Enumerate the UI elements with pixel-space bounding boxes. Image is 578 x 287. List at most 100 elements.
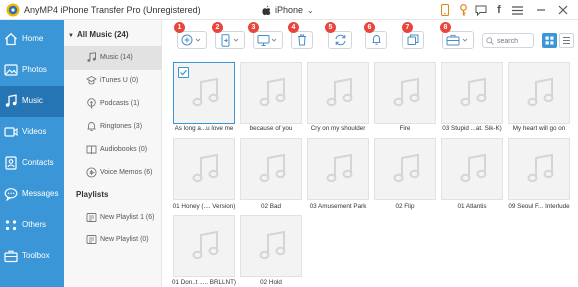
playlist-item[interactable]: New Playlist (0) xyxy=(64,228,162,252)
refresh-button[interactable] xyxy=(328,31,352,49)
key-icon[interactable] xyxy=(456,3,470,17)
category-voice-memos[interactable]: Voice Memos (6) xyxy=(64,161,162,185)
music-note-icon xyxy=(87,52,96,62)
caret-down-icon: ▼ xyxy=(68,33,74,39)
music-note-icon xyxy=(259,153,286,183)
song-title: 09 Seoul F... Interlude xyxy=(508,203,570,210)
export-to-device-button[interactable] xyxy=(215,31,245,49)
music-note-icon xyxy=(460,153,487,183)
sidebar-item-label: Messages xyxy=(22,189,59,198)
minimize-icon[interactable] xyxy=(534,3,548,17)
playlist-label: New Playlist (0) xyxy=(100,236,149,243)
song-title: 01 Atlantis xyxy=(457,203,487,210)
sidebar-item-home[interactable]: Home xyxy=(0,24,64,55)
song-title: Cry on my shoulder xyxy=(310,125,366,132)
chat-icon[interactable] xyxy=(474,3,488,17)
song-tile[interactable] xyxy=(173,138,235,200)
device-name: iPhone xyxy=(275,5,304,15)
delete-button[interactable] xyxy=(291,31,313,49)
device-selector[interactable]: iPhone ⌄ xyxy=(262,4,314,16)
sidebar-item-others[interactable]: Others xyxy=(0,210,64,241)
sidebar-item-toolbox[interactable]: Toolbox xyxy=(0,241,64,272)
apple-icon xyxy=(262,5,271,15)
sidebar-item-music[interactable]: Music xyxy=(0,86,64,117)
photos-icon xyxy=(4,64,18,76)
export-to-pc-button[interactable] xyxy=(253,31,283,49)
song-tile[interactable] xyxy=(240,62,302,124)
step-badge: 2 xyxy=(212,22,223,33)
music-note-icon xyxy=(259,77,286,107)
ringtone-icon xyxy=(87,122,96,131)
category-label: Podcasts (1) xyxy=(100,100,140,107)
category-panel: ▼ All Music (24) Music (14) iTunes U (0) … xyxy=(64,20,162,287)
category-music[interactable]: Music (14) xyxy=(64,46,162,70)
music-note-icon xyxy=(259,230,286,260)
category-label: iTunes U (0) xyxy=(100,77,139,84)
music-note-icon xyxy=(326,77,353,107)
song-tile[interactable] xyxy=(374,138,436,200)
audiobook-icon xyxy=(86,145,97,155)
song-tile[interactable] xyxy=(374,62,436,124)
all-music-header[interactable]: ▼ All Music (24) xyxy=(68,30,129,39)
toolbox-icon xyxy=(446,34,468,46)
step-badge: 4 xyxy=(288,22,299,33)
song-title: Fire xyxy=(399,125,411,132)
playlist-item[interactable]: New Playlist 1 (6) xyxy=(64,206,162,230)
music-note-icon xyxy=(192,230,219,260)
contacts-icon xyxy=(5,156,17,170)
add-button[interactable] xyxy=(177,31,207,49)
song-tile[interactable] xyxy=(240,138,302,200)
sidebar-item-photos[interactable]: Photos xyxy=(0,55,64,86)
toolbar: 1 2 3 4 5 6 7 8 xyxy=(162,20,578,58)
toolbox-icon xyxy=(4,250,18,263)
phone-icon[interactable] xyxy=(438,3,452,17)
step-badge: 8 xyxy=(440,22,451,33)
menu-icon[interactable] xyxy=(510,3,524,17)
sidebar-item-videos[interactable]: Videos xyxy=(0,117,64,148)
grid-view-button[interactable] xyxy=(542,33,557,48)
sidebar-item-label: Videos xyxy=(22,127,47,136)
song-title: 02 Bad xyxy=(261,203,281,210)
song-tile[interactable] xyxy=(441,138,503,200)
song-tile[interactable] xyxy=(441,62,503,124)
checkbox-checked-icon[interactable] xyxy=(178,67,189,78)
song-title: because of you xyxy=(249,125,293,132)
song-tile[interactable] xyxy=(508,62,570,124)
song-title: As long a...u love me xyxy=(174,125,234,132)
category-itunes-u[interactable]: iTunes U (0) xyxy=(64,69,162,93)
step-badge: 6 xyxy=(364,22,375,33)
add-icon xyxy=(181,34,201,46)
step-badge: 7 xyxy=(402,22,413,33)
song-tile[interactable] xyxy=(173,62,235,124)
title-bar: AnyMP4 iPhone Transfer Pro (Unregistered… xyxy=(0,0,578,20)
category-ringtones[interactable]: Ringtones (3) xyxy=(64,115,162,139)
sidebar-item-messages[interactable]: Messages xyxy=(0,179,64,210)
song-tile[interactable] xyxy=(173,215,235,277)
export-to-device-icon xyxy=(221,33,239,47)
sidebar: Home Photos Music Videos Contacts Messag… xyxy=(0,20,64,287)
song-tile[interactable] xyxy=(307,62,369,124)
step-badge: 5 xyxy=(325,22,336,33)
app-logo-icon xyxy=(6,3,20,17)
list-view-button[interactable] xyxy=(559,33,574,48)
category-audiobooks[interactable]: Audiobooks (0) xyxy=(64,138,162,162)
song-tile[interactable] xyxy=(307,138,369,200)
music-icon xyxy=(5,94,17,107)
facebook-icon[interactable]: f xyxy=(492,3,506,17)
chevron-down-icon: ⌄ xyxy=(307,5,314,15)
sidebar-item-label: Music xyxy=(22,96,43,105)
grid-view-icon xyxy=(545,36,554,45)
category-podcasts[interactable]: Podcasts (1) xyxy=(64,92,162,116)
song-tile[interactable] xyxy=(508,138,570,200)
sidebar-item-label: Others xyxy=(22,220,47,229)
toolbox-button[interactable] xyxy=(442,31,474,49)
close-icon[interactable] xyxy=(556,3,570,17)
delete-icon xyxy=(298,34,306,46)
music-grid: As long a...u love me because of you Cry… xyxy=(162,58,578,287)
ringtone-maker-button[interactable] xyxy=(365,31,387,49)
sidebar-item-contacts[interactable]: Contacts xyxy=(0,148,64,179)
music-note-icon xyxy=(192,153,219,183)
category-label: Audiobooks (0) xyxy=(100,146,148,153)
convert-button[interactable] xyxy=(402,31,424,49)
song-tile[interactable] xyxy=(240,215,302,277)
